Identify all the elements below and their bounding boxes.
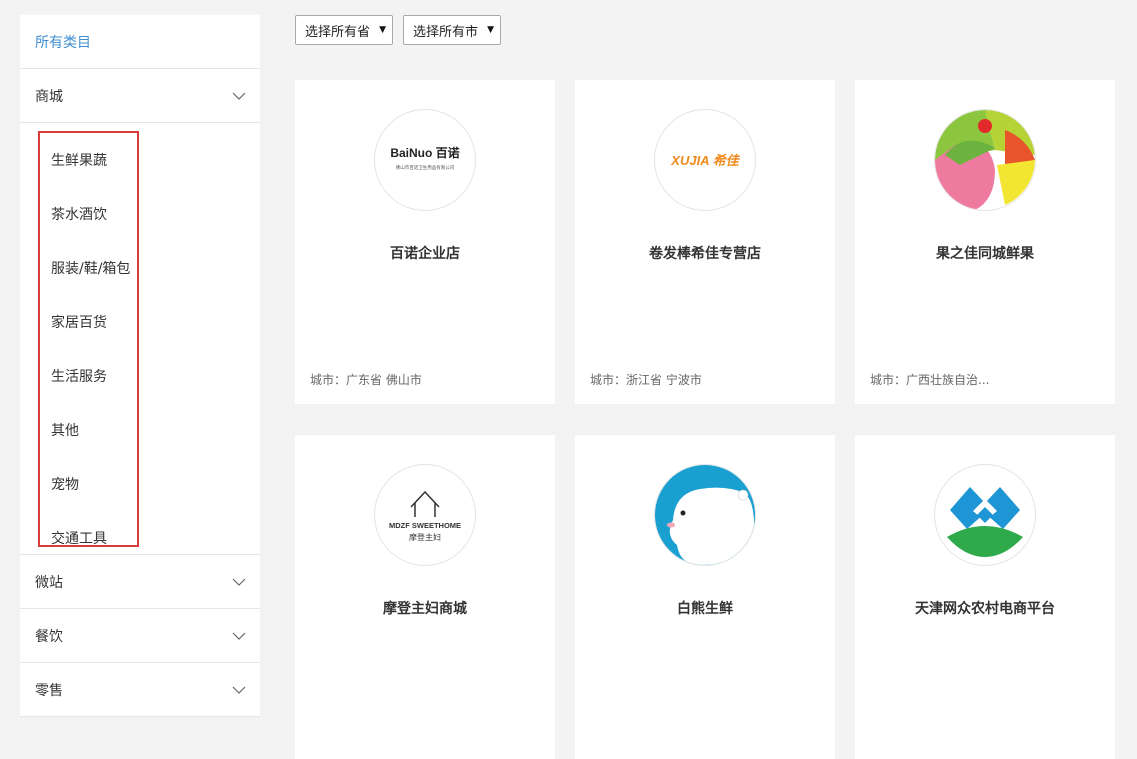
store-city: 城市：浙江省 宁波市 <box>590 371 702 388</box>
xujia-logo: XUJIA 希佳 <box>654 109 756 211</box>
sidebar-group-retail[interactable]: 零售 <box>20 663 260 717</box>
city-prefix: 城市： <box>590 373 627 387</box>
store-city: 城市：广东省 佛山市 <box>310 371 422 388</box>
bainuo-logo-subtext: 佛山市百诺卫生用品有限公司 <box>396 164 455 171</box>
city-value: 广东省 佛山市 <box>346 373 422 387</box>
city-select[interactable]: 选择所有市 ▼ <box>403 15 502 45</box>
chevron-down-icon <box>232 92 246 100</box>
bainuo-logo-text: BaiNuo 百诺 <box>390 145 459 160</box>
mdzf-logo-text: MDZF SWEETHOME <box>389 521 461 530</box>
store-city: 城市：广西壮族自治... <box>870 371 989 388</box>
store-card[interactable]: 白熊生鲜 <box>575 435 835 759</box>
store-name: 摩登主妇商城 <box>383 601 467 617</box>
sidebar-group-mall[interactable]: 商城 <box>20 69 260 123</box>
subcategory-item[interactable]: 服装/鞋/箱包 <box>40 241 137 295</box>
store-card[interactable]: MDZF SWEETHOME 摩登主妇 摩登主妇商城 <box>295 435 555 759</box>
sidebar-group-label: 商城 <box>35 88 63 105</box>
all-categories-item[interactable]: 所有类目 <box>20 15 260 69</box>
sidebar-group-label: 微站 <box>35 574 63 591</box>
chevron-down-icon <box>232 632 246 640</box>
city-prefix: 城市： <box>310 373 347 387</box>
store-name: 卷发棒希佳专营店 <box>649 246 761 262</box>
dropdown-arrow-icon: ▼ <box>379 25 387 35</box>
store-card[interactable]: 果之佳同城鲜果 城市：广西壮族自治... <box>855 80 1115 404</box>
fruit-logo <box>934 109 1036 211</box>
polar-bear-logo <box>654 464 756 566</box>
subcategory-item[interactable]: 宠物 <box>40 457 137 511</box>
sidebar-group-microsite[interactable]: 微站 <box>20 555 260 609</box>
sidebar-group-label: 零售 <box>35 682 63 699</box>
mdzf-logo-subtext: 摩登主妇 <box>409 532 441 542</box>
store-card[interactable]: 天津网众农村电商平台 <box>855 435 1115 759</box>
store-name: 天津网众农村电商平台 <box>915 601 1055 617</box>
city-select-value: 选择所有市 <box>413 24 479 40</box>
subcategory-item[interactable]: 茶水酒饮 <box>40 187 137 241</box>
category-sidebar: 所有类目 商城 生鲜果蔬 茶水酒饮 服装/鞋/箱包 家居百货 生活服务 其他 宠… <box>20 15 260 717</box>
mall-subcategory-panel: 生鲜果蔬 茶水酒饮 服装/鞋/箱包 家居百货 生活服务 其他 宠物 交通工具 <box>20 123 260 555</box>
province-select[interactable]: 选择所有省 ▼ <box>295 15 394 45</box>
bainuo-logo: BaiNuo 百诺 佛山市百诺卫生用品有限公司 <box>374 109 476 211</box>
city-value: 浙江省 宁波市 <box>626 373 702 387</box>
store-name: 白熊生鲜 <box>677 601 733 617</box>
subcategory-item[interactable]: 家居百货 <box>40 295 137 349</box>
store-card[interactable]: XUJIA 希佳 卷发棒希佳专营店 城市：浙江省 宁波市 <box>575 80 835 404</box>
subcategory-item[interactable]: 生活服务 <box>40 349 137 403</box>
xujia-logo-text: XUJIA 希佳 <box>670 153 740 168</box>
chevron-down-icon <box>232 578 246 586</box>
city-value: 广西壮族自治... <box>906 373 990 387</box>
city-prefix: 城市： <box>870 373 907 387</box>
mdzf-logo: MDZF SWEETHOME 摩登主妇 <box>374 464 476 566</box>
province-select-value: 选择所有省 <box>305 24 371 40</box>
subcategory-item[interactable]: 其他 <box>40 403 137 457</box>
chevron-down-icon <box>232 686 246 694</box>
wangzhong-logo <box>934 464 1036 566</box>
subcategory-list: 生鲜果蔬 茶水酒饮 服装/鞋/箱包 家居百货 生活服务 其他 宠物 交通工具 <box>38 131 139 547</box>
store-name: 果之佳同城鲜果 <box>936 246 1034 262</box>
dropdown-arrow-icon: ▼ <box>487 25 495 35</box>
location-filters: 选择所有省 ▼ 选择所有市 ▼ <box>295 15 502 45</box>
subcategory-item[interactable]: 生鲜果蔬 <box>40 133 137 187</box>
sidebar-group-label: 餐饮 <box>35 628 63 645</box>
store-card[interactable]: BaiNuo 百诺 佛山市百诺卫生用品有限公司 百诺企业店 城市：广东省 佛山市 <box>295 80 555 404</box>
store-name: 百诺企业店 <box>390 246 460 262</box>
sidebar-group-catering[interactable]: 餐饮 <box>20 609 260 663</box>
